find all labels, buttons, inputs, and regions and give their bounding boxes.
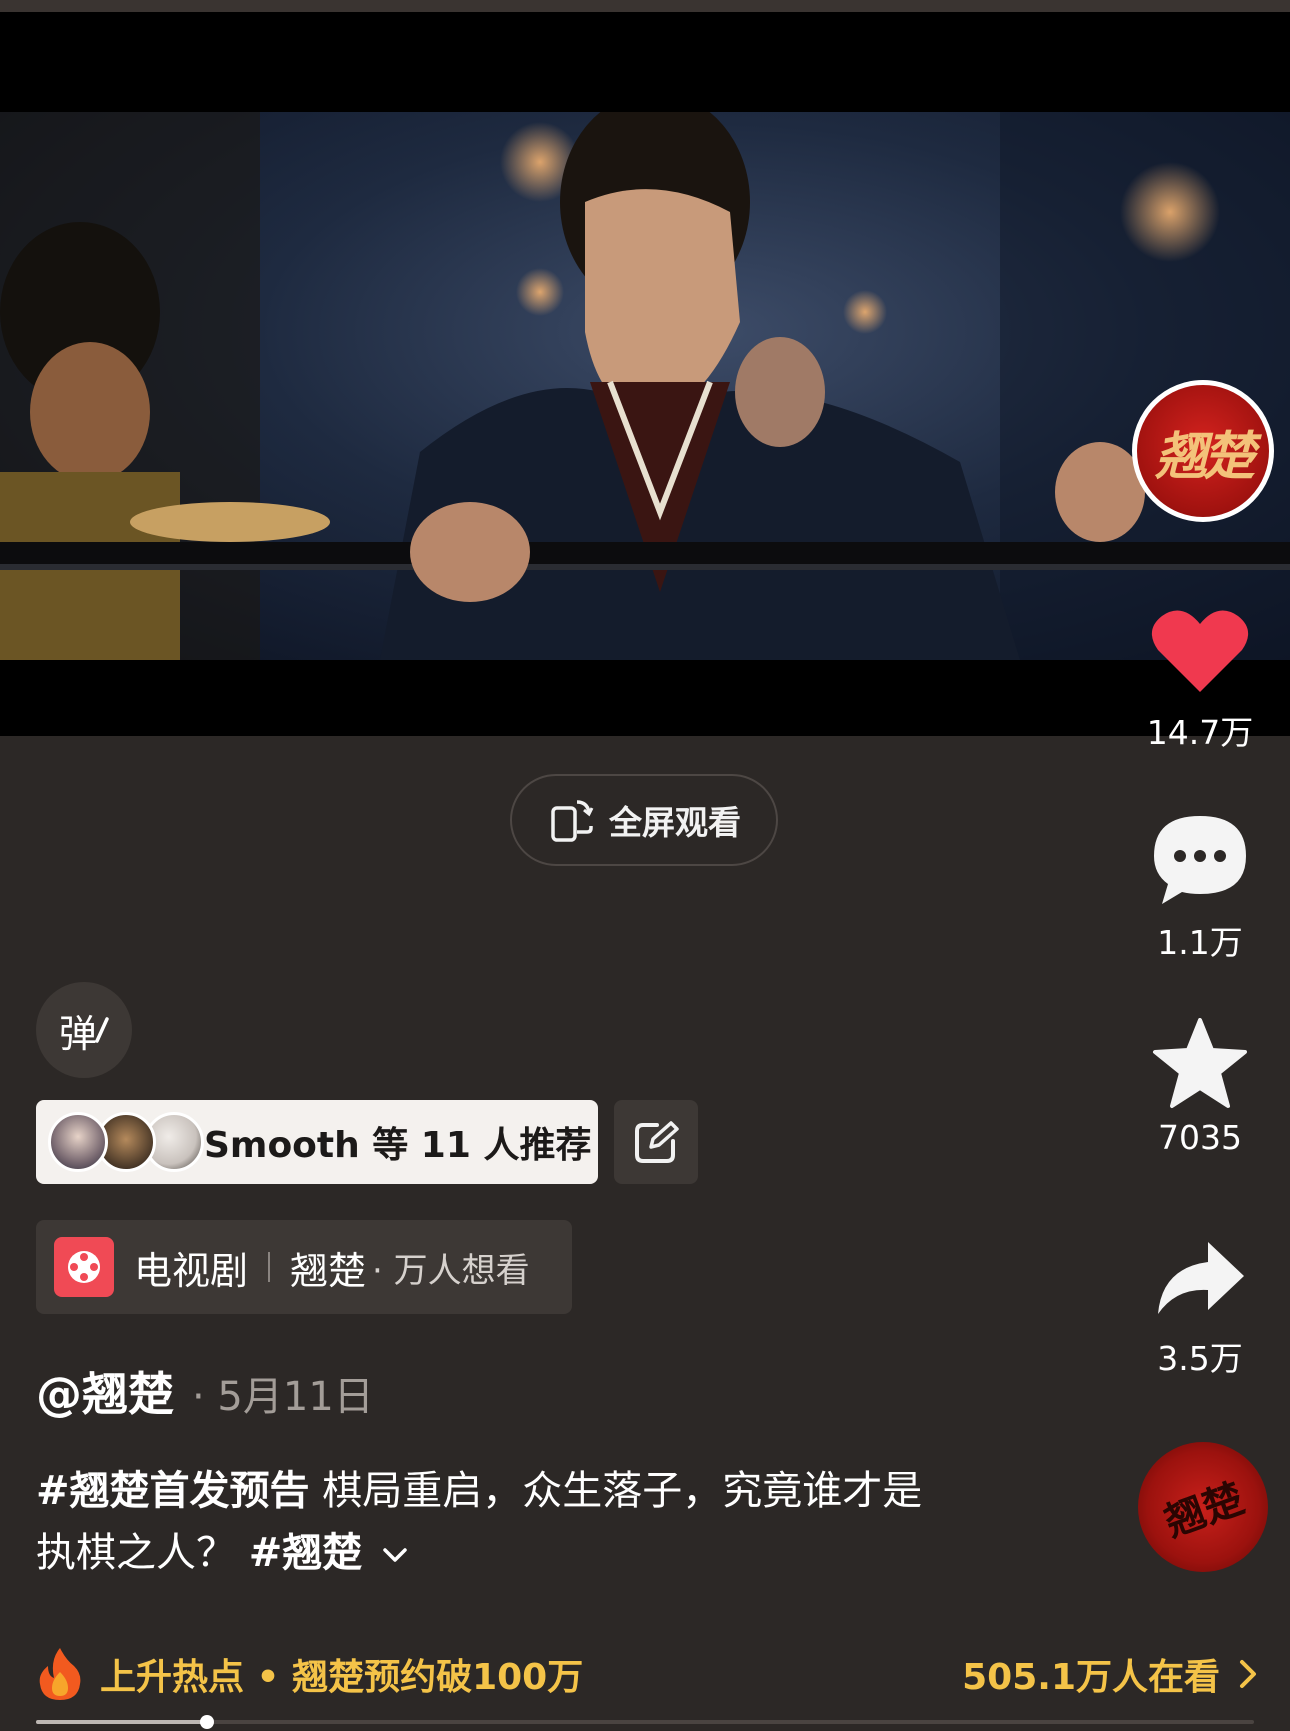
rotate-phone-icon xyxy=(551,800,594,842)
danmu-label: 弹 xyxy=(58,1011,97,1056)
drama-card[interactable]: 电视剧 翘楚 · 万人想看 xyxy=(36,1220,572,1314)
danmu-toggle-button[interactable]: 弹 xyxy=(36,982,132,1078)
drama-type: 电视剧 xyxy=(134,1248,249,1293)
caption-text: 执棋之人？ xyxy=(36,1530,236,1576)
recommend-text: Smooth 等 11 人推荐 xyxy=(204,1125,592,1166)
share-count: 3.5万 xyxy=(1157,1339,1243,1378)
playback-progress-knob[interactable] xyxy=(199,1715,214,1729)
recommender-avatar xyxy=(48,1112,108,1172)
heart-icon xyxy=(1151,610,1249,692)
author-line: @翘楚 · 5月11日 xyxy=(36,1358,374,1424)
fullscreen-button[interactable]: 全屏观看 xyxy=(510,774,778,866)
music-disc-seal: 翘楚 xyxy=(1158,1474,1250,1547)
recommend-bar[interactable]: Smooth 等 11 人推荐 xyxy=(36,1100,598,1184)
watching-count: 505.1万人在看 xyxy=(962,1657,1220,1698)
like-count: 14.7万 xyxy=(1146,713,1254,752)
creator-avatar[interactable]: 翘楚 xyxy=(1132,380,1274,522)
star-icon xyxy=(1153,1018,1247,1108)
hashtag[interactable]: #翘楚 xyxy=(249,1530,363,1576)
hashtag[interactable]: #翘楚首发预告 xyxy=(36,1468,310,1514)
favorite-count: 7035 xyxy=(1158,1118,1242,1157)
comment-bubble-icon xyxy=(1154,816,1246,904)
share-action[interactable]: 3.5万 xyxy=(1110,1238,1290,1380)
fullscreen-label: 全屏观看 xyxy=(609,803,741,842)
post-caption: #翘楚首发预告 棋局重启，众生落子，究竟谁才是 执棋之人？ #翘楚 xyxy=(36,1460,1016,1584)
video-frame xyxy=(0,112,1290,660)
top-strip xyxy=(0,0,1290,12)
music-disc[interactable]: 翘楚 xyxy=(1138,1442,1268,1572)
film-reel-icon xyxy=(54,1237,114,1297)
recommender-avatars xyxy=(48,1112,204,1172)
author-name[interactable]: @翘楚 xyxy=(36,1358,174,1424)
edit-icon xyxy=(635,1121,679,1163)
hot-topic-bar[interactable]: 上升热点 • 翘楚预约破100万 505.1万人在看 xyxy=(36,1640,1260,1708)
edit-button[interactable] xyxy=(614,1100,698,1184)
drama-name: 翘楚 xyxy=(290,1248,367,1293)
chevron-right-icon[interactable] xyxy=(1236,1656,1260,1692)
creator-avatar-seal: 翘楚 xyxy=(1154,425,1255,487)
drama-meta: · 万人想看 xyxy=(372,1250,530,1291)
post-date: · 5月11日 xyxy=(192,1374,374,1420)
comment-action[interactable]: 1.1万 xyxy=(1110,812,1290,964)
chevron-down-icon[interactable] xyxy=(381,1545,409,1565)
caption-text: 棋局重启，众生落子，究竟谁才是 xyxy=(309,1468,923,1514)
playback-progress-fill xyxy=(36,1720,207,1724)
divider xyxy=(268,1252,271,1282)
like-action[interactable]: 14.7万 xyxy=(1110,606,1290,754)
hot-topic-text: 上升热点 • 翘楚预约破100万 xyxy=(100,1657,584,1698)
video-player[interactable] xyxy=(0,12,1290,736)
share-arrow-icon xyxy=(1158,1242,1244,1314)
comment-count: 1.1万 xyxy=(1157,923,1243,962)
flame-icon xyxy=(39,1648,81,1700)
favorite-action[interactable]: 7035 xyxy=(1110,1018,1290,1157)
danmu-slash-icon xyxy=(95,1017,109,1043)
playback-progress-bar[interactable] xyxy=(36,1715,1254,1729)
